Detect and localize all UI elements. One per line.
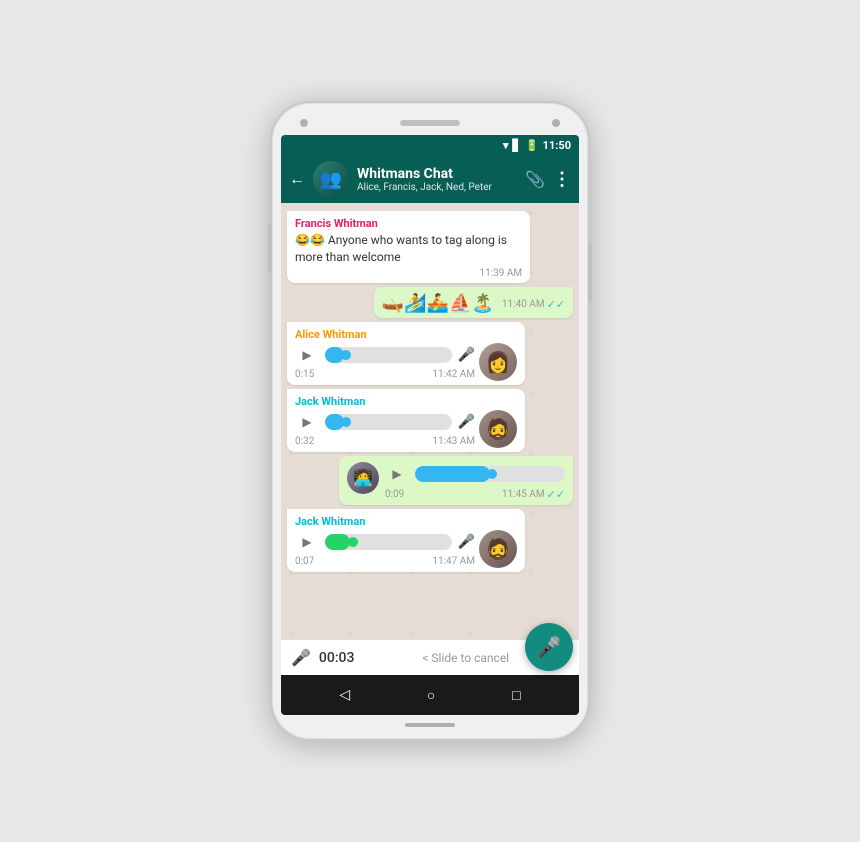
voice-time-out: 0:09 11:45 AM ✓✓ <box>385 488 565 501</box>
avatar-jack1: 🧔 <box>479 410 517 448</box>
play-button-jack1[interactable]: ▶ <box>295 410 319 434</box>
front-camera <box>552 119 560 127</box>
message-2-sticker: 🛶🏄🚣⛵🏝️ 11:40 AM ✓✓ <box>374 287 573 318</box>
message-4-jack-voice: Jack Whitman ▶ 🎤 0:32 <box>287 389 525 452</box>
header-icons: 📎 ⋮ <box>525 169 571 190</box>
speaker-bar <box>400 120 460 126</box>
message-text-1: 😂😂 Anyone who wants to tag along is more… <box>295 232 522 266</box>
waveform-dot-out <box>487 469 497 479</box>
recording-mic-icon: 🎤 <box>291 648 311 667</box>
power-button <box>588 243 592 303</box>
recording-timer: 00:03 <box>319 650 355 666</box>
message-3-alice-voice: Alice Whitman ▶ 🎤 0:15 <box>287 322 525 385</box>
tick-icon-5: ✓✓ <box>547 488 565 501</box>
group-avatar: 👥 <box>313 161 349 197</box>
waveform-jack1 <box>325 414 452 430</box>
waveform-fill-out <box>415 466 490 482</box>
attach-icon[interactable]: 📎 <box>525 170 545 189</box>
play-button-alice[interactable]: ▶ <box>295 343 319 367</box>
avatar-alice: 👩 <box>479 343 517 381</box>
voice-time-jack2: 0:07 11:47 AM <box>295 556 475 567</box>
nav-home-button[interactable]: ○ <box>427 687 435 704</box>
sender-name-jack-2: Jack Whitman <box>295 515 517 528</box>
voice-controls-jack1: ▶ 🎤 <box>295 410 475 434</box>
waveform-dot-jack2 <box>348 537 358 547</box>
mic-icon-jack1: 🎤 <box>458 414 475 430</box>
waveform-dot-alice <box>341 350 351 360</box>
waveform-alice <box>325 347 452 363</box>
status-icons: ▾ ▋ 🔋 11:50 <box>503 139 571 152</box>
voice-controls-jack2: ▶ 🎤 <box>295 530 475 554</box>
android-nav-bar: ◁ ○ □ <box>281 675 579 715</box>
fab-mic-icon: 🎤 <box>537 635 562 659</box>
play-button-jack2[interactable]: ▶ <box>295 530 319 554</box>
waveform-jack2 <box>325 534 452 550</box>
sender-name-francis: Francis Whitman <box>295 217 522 230</box>
play-button-out[interactable]: ▶ <box>385 462 409 486</box>
voice-time-alice: 0:15 11:42 AM <box>295 369 475 380</box>
more-icon[interactable]: ⋮ <box>553 169 571 190</box>
chat-header: ← 👥 Whitmans Chat Alice, Francis, Jack, … <box>281 155 579 203</box>
battery-icon: 🔋 <box>525 139 539 152</box>
phone-screen: ▾ ▋ 🔋 11:50 ← 👥 Whitmans Chat Alice, Fra… <box>281 135 579 715</box>
camera-dot <box>300 119 308 127</box>
voice-time-jack1: 0:32 11:43 AM <box>295 436 475 447</box>
back-button[interactable]: ← <box>289 169 305 189</box>
signal-icon: ▋ <box>512 139 520 152</box>
chat-name: Whitmans Chat <box>357 166 517 182</box>
voice-bubble-alice: ▶ 🎤 0:15 11:42 AM <box>295 343 517 381</box>
sender-name-alice: Alice Whitman <box>295 328 517 341</box>
nav-recents-button[interactable]: □ <box>512 687 520 704</box>
group-avatar-image: 👥 <box>313 161 349 197</box>
sticker-emojis: 🛶🏄🚣⛵🏝️ <box>382 293 494 314</box>
voice-bubble-jack2: ▶ 🎤 0:07 11:47 AM <box>295 530 517 568</box>
messages-area: Francis Whitman 😂😂 Anyone who wants to t… <box>281 203 579 639</box>
recording-bar: 🎤 00:03 < Slide to cancel 🎤 <box>281 639 579 675</box>
avatar-jack2: 🧔 <box>479 530 517 568</box>
phone-bottom-bezel <box>280 715 580 731</box>
home-indicator <box>405 723 455 727</box>
status-bar: ▾ ▋ 🔋 11:50 <box>281 135 579 155</box>
nav-back-button[interactable]: ◁ <box>339 687 350 703</box>
volume-button <box>268 223 272 273</box>
message-6-jack-voice2: Jack Whitman ▶ 🎤 0:07 <box>287 509 525 572</box>
voice-controls-out: ▶ <box>385 462 565 486</box>
message-time-2: 11:40 AM ✓✓ <box>502 298 565 311</box>
tick-icon-2: ✓✓ <box>547 298 565 311</box>
avatar-glasses: 🧑‍💻 <box>347 462 379 494</box>
mic-icon-alice: 🎤 <box>458 347 475 363</box>
status-time: 11:50 <box>543 139 571 152</box>
chat-members: Alice, Francis, Jack, Ned, Peter <box>357 182 517 193</box>
record-fab-button[interactable]: 🎤 <box>525 623 573 671</box>
message-5-voice-out: 🧑‍💻 ▶ 0:09 11:45 AM ✓✓ <box>339 456 573 505</box>
waveform-fill-jack2 <box>325 534 350 550</box>
voice-controls-alice: ▶ 🎤 <box>295 343 475 367</box>
wifi-icon: ▾ <box>503 139 509 152</box>
waveform-dot-jack1 <box>341 417 351 427</box>
sender-name-jack-1: Jack Whitman <box>295 395 517 408</box>
chat-info: Whitmans Chat Alice, Francis, Jack, Ned,… <box>357 166 517 193</box>
phone-device: ▾ ▋ 🔋 11:50 ← 👥 Whitmans Chat Alice, Fra… <box>270 101 590 741</box>
mic-icon-jack2: 🎤 <box>458 534 475 550</box>
phone-top-bezel <box>280 113 580 135</box>
message-1: Francis Whitman 😂😂 Anyone who wants to t… <box>287 211 530 283</box>
message-time-1: 11:39 AM <box>295 268 522 279</box>
waveform-out <box>415 466 565 482</box>
voice-bubble-jack1: ▶ 🎤 0:32 11:43 AM <box>295 410 517 448</box>
